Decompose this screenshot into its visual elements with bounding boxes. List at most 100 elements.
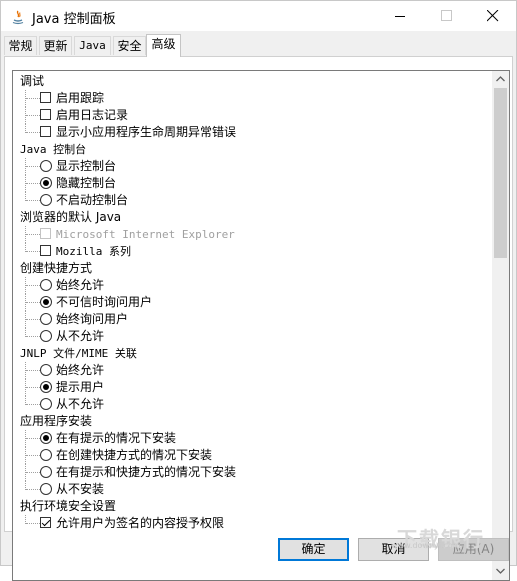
checkbox-option[interactable]: 启用日志记录	[13, 107, 492, 124]
tree-connector	[26, 438, 40, 439]
option-label: 始终允许	[56, 363, 105, 377]
radio-button[interactable]	[40, 279, 52, 291]
radio-button[interactable]	[40, 313, 52, 325]
radio-option[interactable]: 在创建快捷方式的情况下安装	[13, 447, 492, 464]
radio-button[interactable]	[40, 194, 52, 206]
tab-general[interactable]: 常规	[4, 36, 37, 55]
tree-category: 调试	[13, 73, 492, 90]
category-label: 浏览器的默认 Java	[20, 210, 122, 224]
maximize-button[interactable]	[424, 1, 470, 31]
radio-button[interactable]	[40, 160, 52, 172]
checkbox[interactable]	[40, 245, 51, 256]
tree-category: Java 控制台	[13, 141, 492, 158]
checkbox[interactable]	[40, 517, 51, 528]
title-bar[interactable]: Java 控制面板	[1, 1, 516, 31]
scroll-up-button[interactable]	[492, 71, 509, 88]
radio-button[interactable]	[40, 330, 52, 342]
minimize-button[interactable]	[378, 1, 424, 31]
checkbox[interactable]	[40, 109, 51, 120]
radio-button[interactable]	[40, 449, 52, 461]
option-label: 从不允许	[56, 329, 105, 343]
radio-button[interactable]	[40, 364, 52, 376]
option-label: 启用跟踪	[56, 91, 105, 105]
tree-connector	[26, 200, 40, 201]
watermark-url: www.downyi.com	[391, 541, 461, 550]
radio-button[interactable]	[40, 398, 52, 410]
category-label: 应用程序安装	[20, 414, 93, 428]
option-label: 不启动控制台	[56, 193, 129, 207]
option-label: Mozilla 系列	[56, 245, 131, 258]
option-label: 隐藏控制台	[56, 176, 117, 190]
chevron-up-icon	[496, 76, 505, 82]
tree-connector	[26, 132, 40, 133]
window-title: Java 控制面板	[32, 12, 116, 27]
tab-update[interactable]: 更新	[39, 36, 72, 55]
tree-category: 创建快捷方式	[13, 260, 492, 277]
close-button[interactable]	[470, 1, 516, 31]
tree-category: 应用程序安装	[13, 413, 492, 430]
category-label: 执行环境安全设置	[20, 499, 117, 513]
radio-option[interactable]: 从不安装	[13, 481, 492, 498]
radio-option[interactable]: 在有提示的情况下安装	[13, 430, 492, 447]
radio-button[interactable]	[40, 381, 52, 393]
radio-button[interactable]	[40, 432, 52, 444]
checkbox-option[interactable]: Mozilla 系列	[13, 243, 492, 260]
option-label: 在有提示和快捷方式的情况下安装	[56, 465, 237, 479]
radio-button[interactable]	[40, 296, 52, 308]
checkbox-option[interactable]: Microsoft Internet Explorer	[13, 226, 492, 243]
radio-option[interactable]: 始终允许	[13, 277, 492, 294]
tree-connector	[26, 370, 40, 371]
option-label: Microsoft Internet Explorer	[56, 228, 235, 241]
tree-category: 浏览器的默认 Java	[13, 209, 492, 226]
radio-button[interactable]	[40, 483, 52, 495]
category-label: Java 控制台	[20, 143, 87, 156]
radio-option[interactable]: 不启动控制台	[13, 192, 492, 209]
checkbox[interactable]	[40, 92, 51, 103]
tree-connector	[26, 472, 40, 473]
radio-option[interactable]: 隐藏控制台	[13, 175, 492, 192]
radio-option[interactable]: 显示控制台	[13, 158, 492, 175]
tree-connector	[26, 387, 40, 388]
vertical-scrollbar[interactable]	[492, 71, 509, 580]
tree-connector	[26, 115, 40, 116]
advanced-panel: 调试 启用跟踪启用日志记录显示小应用程序生命周期异常错误 Java 控制台显示控制台…	[4, 56, 513, 581]
ok-button[interactable]: 确定	[278, 538, 349, 561]
option-label: 在有提示的情况下安装	[56, 431, 177, 445]
radio-option[interactable]: 从不允许	[13, 396, 492, 413]
chevron-down-icon	[496, 568, 505, 574]
close-icon	[487, 10, 499, 22]
java-logo-icon	[10, 9, 26, 25]
tab-advanced[interactable]: 高级	[146, 34, 181, 57]
checkbox	[40, 228, 51, 239]
category-label: JNLP 文件/MIME 关联	[20, 347, 137, 360]
radio-option[interactable]: 始终询问用户	[13, 311, 492, 328]
checkbox-option[interactable]: 显示小应用程序生命周期异常错误	[13, 124, 492, 141]
option-label: 启用日志记录	[56, 108, 129, 122]
tree-connector	[26, 285, 40, 286]
radio-option[interactable]: 始终允许	[13, 362, 492, 379]
tree-connector	[26, 234, 40, 235]
radio-option[interactable]: 提示用户	[13, 379, 492, 396]
tree-connector	[26, 302, 40, 303]
option-label: 提示用户	[56, 380, 105, 394]
category-label: 调试	[20, 74, 45, 88]
minimize-icon	[395, 16, 405, 17]
tree-connector	[26, 336, 40, 337]
tree-connector	[26, 523, 40, 524]
option-label: 从不安装	[56, 482, 105, 496]
option-label: 从不允许	[56, 397, 105, 411]
radio-option[interactable]: 在有提示和快捷方式的情况下安装	[13, 464, 492, 481]
tab-security[interactable]: 安全	[113, 36, 146, 55]
tab-java[interactable]: Java	[74, 36, 111, 55]
tree-category: 执行环境安全设置	[13, 498, 492, 515]
settings-tree-content: 调试 启用跟踪启用日志记录显示小应用程序生命周期异常错误 Java 控制台显示控制台…	[13, 71, 492, 580]
option-label: 显示控制台	[56, 159, 117, 173]
checkbox-option[interactable]: 启用跟踪	[13, 90, 492, 107]
radio-button[interactable]	[40, 466, 52, 478]
radio-option[interactable]: 不可信时询问用户	[13, 294, 492, 311]
radio-button[interactable]	[40, 177, 52, 189]
scroll-thumb[interactable]	[494, 88, 507, 258]
checkbox[interactable]	[40, 126, 51, 137]
radio-option[interactable]: 从不允许	[13, 328, 492, 345]
option-label: 不可信时询问用户	[56, 295, 153, 309]
